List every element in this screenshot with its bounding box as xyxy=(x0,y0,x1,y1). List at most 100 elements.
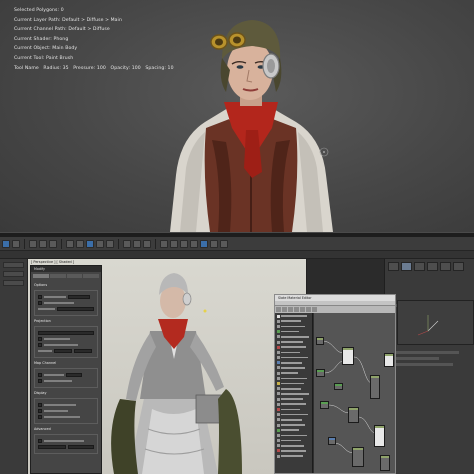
browser-item[interactable] xyxy=(277,345,310,349)
display-tab-icon[interactable] xyxy=(440,262,451,271)
browser-item[interactable] xyxy=(277,335,310,339)
browser-item[interactable] xyxy=(277,428,310,432)
material-node[interactable] xyxy=(348,407,359,423)
browser-item[interactable] xyxy=(277,397,310,401)
top-viewport[interactable]: Selected Polygons: 0 Current Layer Path:… xyxy=(0,0,474,232)
motion-tab-icon[interactable] xyxy=(427,262,438,271)
viewport-label[interactable]: [ Perspective ] [ Shaded ] xyxy=(31,260,74,264)
option-field[interactable] xyxy=(38,445,66,449)
rollout-heading-display[interactable]: Display xyxy=(34,391,98,395)
percent-snap-icon[interactable] xyxy=(143,239,151,248)
browser-item[interactable] xyxy=(277,319,310,323)
option-checkbox[interactable] xyxy=(38,409,42,413)
select-icon[interactable] xyxy=(66,239,74,248)
material-node[interactable] xyxy=(342,347,354,365)
pan-icon[interactable] xyxy=(312,307,317,312)
browser-item[interactable] xyxy=(277,449,310,453)
option-field[interactable] xyxy=(68,295,90,299)
ribbon-bar[interactable] xyxy=(0,251,474,259)
zoom-icon[interactable] xyxy=(306,307,311,312)
scene-explorer-item[interactable] xyxy=(3,271,24,277)
material-node[interactable] xyxy=(384,353,394,367)
browser-item[interactable] xyxy=(277,324,310,328)
material-node[interactable] xyxy=(316,369,325,377)
option-checkbox[interactable] xyxy=(38,295,42,299)
material-node[interactable] xyxy=(352,447,364,467)
option-checkbox[interactable] xyxy=(38,439,42,443)
browser-item[interactable] xyxy=(277,444,310,448)
material-node[interactable] xyxy=(316,337,324,345)
option-checkbox[interactable] xyxy=(38,379,42,383)
material-editor-icon[interactable] xyxy=(200,239,208,248)
render-icon[interactable] xyxy=(220,239,228,248)
browser-item[interactable] xyxy=(277,330,310,334)
browser-item[interactable] xyxy=(277,366,310,370)
unlink-icon[interactable] xyxy=(39,239,47,248)
browser-item[interactable] xyxy=(277,371,310,375)
scene-explorer-item[interactable] xyxy=(3,262,24,268)
layer-icon[interactable] xyxy=(180,239,188,248)
align-icon[interactable] xyxy=(170,239,178,248)
browser-item[interactable] xyxy=(277,423,310,427)
redo-icon[interactable] xyxy=(12,239,20,248)
utilities-tab-icon[interactable] xyxy=(453,262,464,271)
link-icon[interactable] xyxy=(29,239,37,248)
option-checkbox[interactable] xyxy=(38,403,42,407)
browser-item[interactable] xyxy=(277,381,310,386)
rollout-heading-options[interactable]: Options xyxy=(34,283,98,287)
rollout-heading-advanced[interactable]: Advanced xyxy=(34,427,98,431)
rollout-tab[interactable] xyxy=(49,274,66,278)
browser-item[interactable] xyxy=(277,356,310,360)
option-checkbox[interactable] xyxy=(38,373,42,377)
option-field[interactable] xyxy=(57,307,94,311)
projection-field[interactable] xyxy=(38,331,94,335)
browser-item[interactable] xyxy=(277,433,310,437)
material-node[interactable] xyxy=(320,401,329,409)
browser-item[interactable] xyxy=(277,418,310,422)
browser-item[interactable] xyxy=(277,387,310,391)
select-region-icon[interactable] xyxy=(76,239,84,248)
create-tab-icon[interactable] xyxy=(388,262,399,271)
command-panel-item[interactable] xyxy=(389,357,439,360)
rollout-tab[interactable] xyxy=(83,274,99,278)
option-checkbox[interactable] xyxy=(38,337,42,341)
rotate-icon[interactable] xyxy=(96,239,104,248)
browser-item[interactable] xyxy=(277,340,310,344)
material-node[interactable] xyxy=(380,455,390,471)
browser-item[interactable] xyxy=(277,392,310,396)
layout-icon[interactable] xyxy=(300,307,305,312)
assign-material-icon[interactable] xyxy=(282,307,287,312)
undo-icon[interactable] xyxy=(2,239,10,248)
option-field[interactable] xyxy=(66,373,82,377)
browser-item[interactable] xyxy=(277,361,310,365)
scale-icon[interactable] xyxy=(106,239,114,248)
material-node[interactable] xyxy=(370,375,380,399)
snap-icon[interactable] xyxy=(123,239,131,248)
command-panel-item[interactable] xyxy=(389,351,459,354)
option-checkbox[interactable] xyxy=(38,301,42,305)
node-view-canvas[interactable] xyxy=(314,313,395,473)
browser-item[interactable] xyxy=(277,439,310,443)
browser-item[interactable] xyxy=(277,407,310,411)
rollout-heading-map-channel[interactable]: Map Channel xyxy=(34,361,98,365)
command-panel-item[interactable] xyxy=(389,363,453,366)
scene-explorer-item[interactable] xyxy=(3,280,24,286)
option-checkbox[interactable] xyxy=(38,343,42,347)
option-checkbox[interactable] xyxy=(38,415,42,419)
browser-item[interactable] xyxy=(277,402,310,406)
material-node[interactable] xyxy=(334,383,343,390)
rollout-heading-projection[interactable]: Projection xyxy=(34,319,98,323)
mirror-icon[interactable] xyxy=(160,239,168,248)
angle-snap-icon[interactable] xyxy=(133,239,141,248)
move-icon[interactable] xyxy=(86,239,94,248)
option-field[interactable] xyxy=(67,445,94,449)
hierarchy-tab-icon[interactable] xyxy=(414,262,425,271)
modify-tab-icon[interactable] xyxy=(401,262,412,271)
material-node[interactable] xyxy=(374,425,385,447)
curve-editor-icon[interactable] xyxy=(190,239,198,248)
delete-icon[interactable] xyxy=(288,307,293,312)
bind-icon[interactable] xyxy=(49,239,57,248)
rollout-tab[interactable] xyxy=(33,274,49,278)
browser-item[interactable] xyxy=(277,454,310,458)
render-setup-icon[interactable] xyxy=(210,239,218,248)
